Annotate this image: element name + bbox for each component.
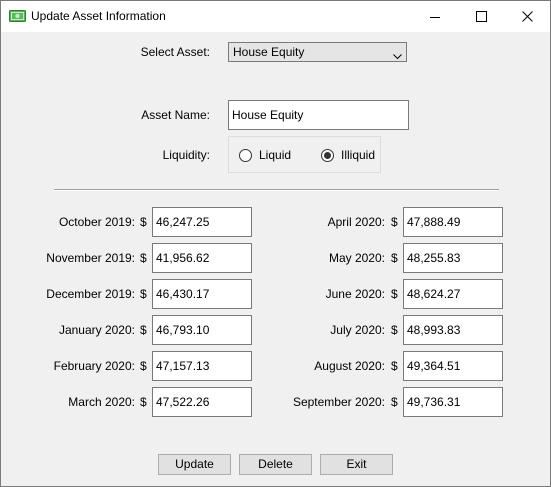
- maximize-button[interactable]: [458, 1, 504, 32]
- update-asset-window: Update Asset Information Select Asset: H…: [0, 0, 551, 487]
- month-label: October 2019:: [58, 215, 135, 229]
- month-label: May 2020:: [328, 251, 385, 265]
- month-value-field[interactable]: [152, 351, 252, 381]
- liquid-radio[interactable]: Liquid: [239, 148, 291, 163]
- currency-symbol: $: [391, 215, 398, 229]
- month-label: August 2020:: [314, 359, 385, 373]
- month-label: February 2020:: [53, 359, 135, 373]
- month-value-field[interactable]: [152, 315, 252, 345]
- currency-symbol: $: [391, 395, 398, 409]
- chevron-down-icon: [393, 49, 402, 63]
- delete-button[interactable]: Delete: [239, 454, 312, 475]
- liquidity-radio-group: Liquid Illiquid: [228, 136, 381, 173]
- illiquid-radio[interactable]: Illiquid: [321, 148, 375, 163]
- month-label: September 2020:: [292, 395, 385, 409]
- currency-symbol: $: [391, 251, 398, 265]
- minimize-icon: [430, 12, 440, 22]
- currency-symbol: $: [391, 287, 398, 301]
- close-button[interactable]: [504, 1, 550, 32]
- month-label: June 2020:: [325, 287, 385, 301]
- update-button[interactable]: Update: [158, 454, 231, 475]
- month-value-field[interactable]: [403, 315, 503, 345]
- separator: [54, 189, 499, 191]
- month-value-field[interactable]: [403, 387, 503, 417]
- month-value-field[interactable]: [403, 351, 503, 381]
- currency-symbol: $: [391, 359, 398, 373]
- month-value-field[interactable]: [152, 279, 252, 309]
- select-asset-label: Select Asset:: [140, 45, 210, 59]
- month-value-field[interactable]: [403, 207, 503, 237]
- month-label: July 2020:: [330, 323, 385, 337]
- month-value-field[interactable]: [152, 207, 252, 237]
- title-bar[interactable]: Update Asset Information: [1, 1, 550, 32]
- liquidity-label: Liquidity:: [162, 148, 210, 162]
- liquid-radio-circle: [239, 149, 252, 162]
- money-icon: [9, 10, 26, 22]
- close-icon: [521, 11, 533, 22]
- illiquid-radio-label: Illiquid: [341, 148, 376, 162]
- currency-symbol: $: [140, 323, 147, 337]
- month-value-field[interactable]: [403, 279, 503, 309]
- select-asset-dropdown[interactable]: House Equity: [228, 42, 407, 62]
- maximize-icon: [475, 11, 487, 22]
- exit-button[interactable]: Exit: [320, 454, 393, 475]
- window-title: Update Asset Information: [31, 9, 166, 23]
- month-value-field[interactable]: [152, 243, 252, 273]
- month-label: January 2020:: [58, 323, 135, 337]
- asset-name-field[interactable]: [228, 100, 409, 130]
- month-label: November 2019:: [46, 251, 135, 265]
- currency-symbol: $: [391, 323, 398, 337]
- currency-symbol: $: [140, 395, 147, 409]
- currency-symbol: $: [140, 215, 147, 229]
- month-label: December 2019:: [46, 287, 135, 301]
- currency-symbol: $: [140, 359, 147, 373]
- minimize-button[interactable]: [412, 1, 458, 32]
- currency-symbol: $: [140, 287, 147, 301]
- liquid-radio-label: Liquid: [259, 148, 292, 162]
- select-asset-value: House Equity: [233, 45, 305, 59]
- month-value-field[interactable]: [152, 387, 252, 417]
- month-value-field[interactable]: [403, 243, 503, 273]
- month-label: March 2020:: [68, 395, 135, 409]
- asset-name-label: Asset Name:: [141, 108, 210, 122]
- month-label: April 2020:: [327, 215, 385, 229]
- currency-symbol: $: [140, 251, 147, 265]
- form-content: Select Asset: House Equity Asset Name: L…: [1, 32, 550, 486]
- illiquid-radio-circle: [321, 149, 334, 162]
